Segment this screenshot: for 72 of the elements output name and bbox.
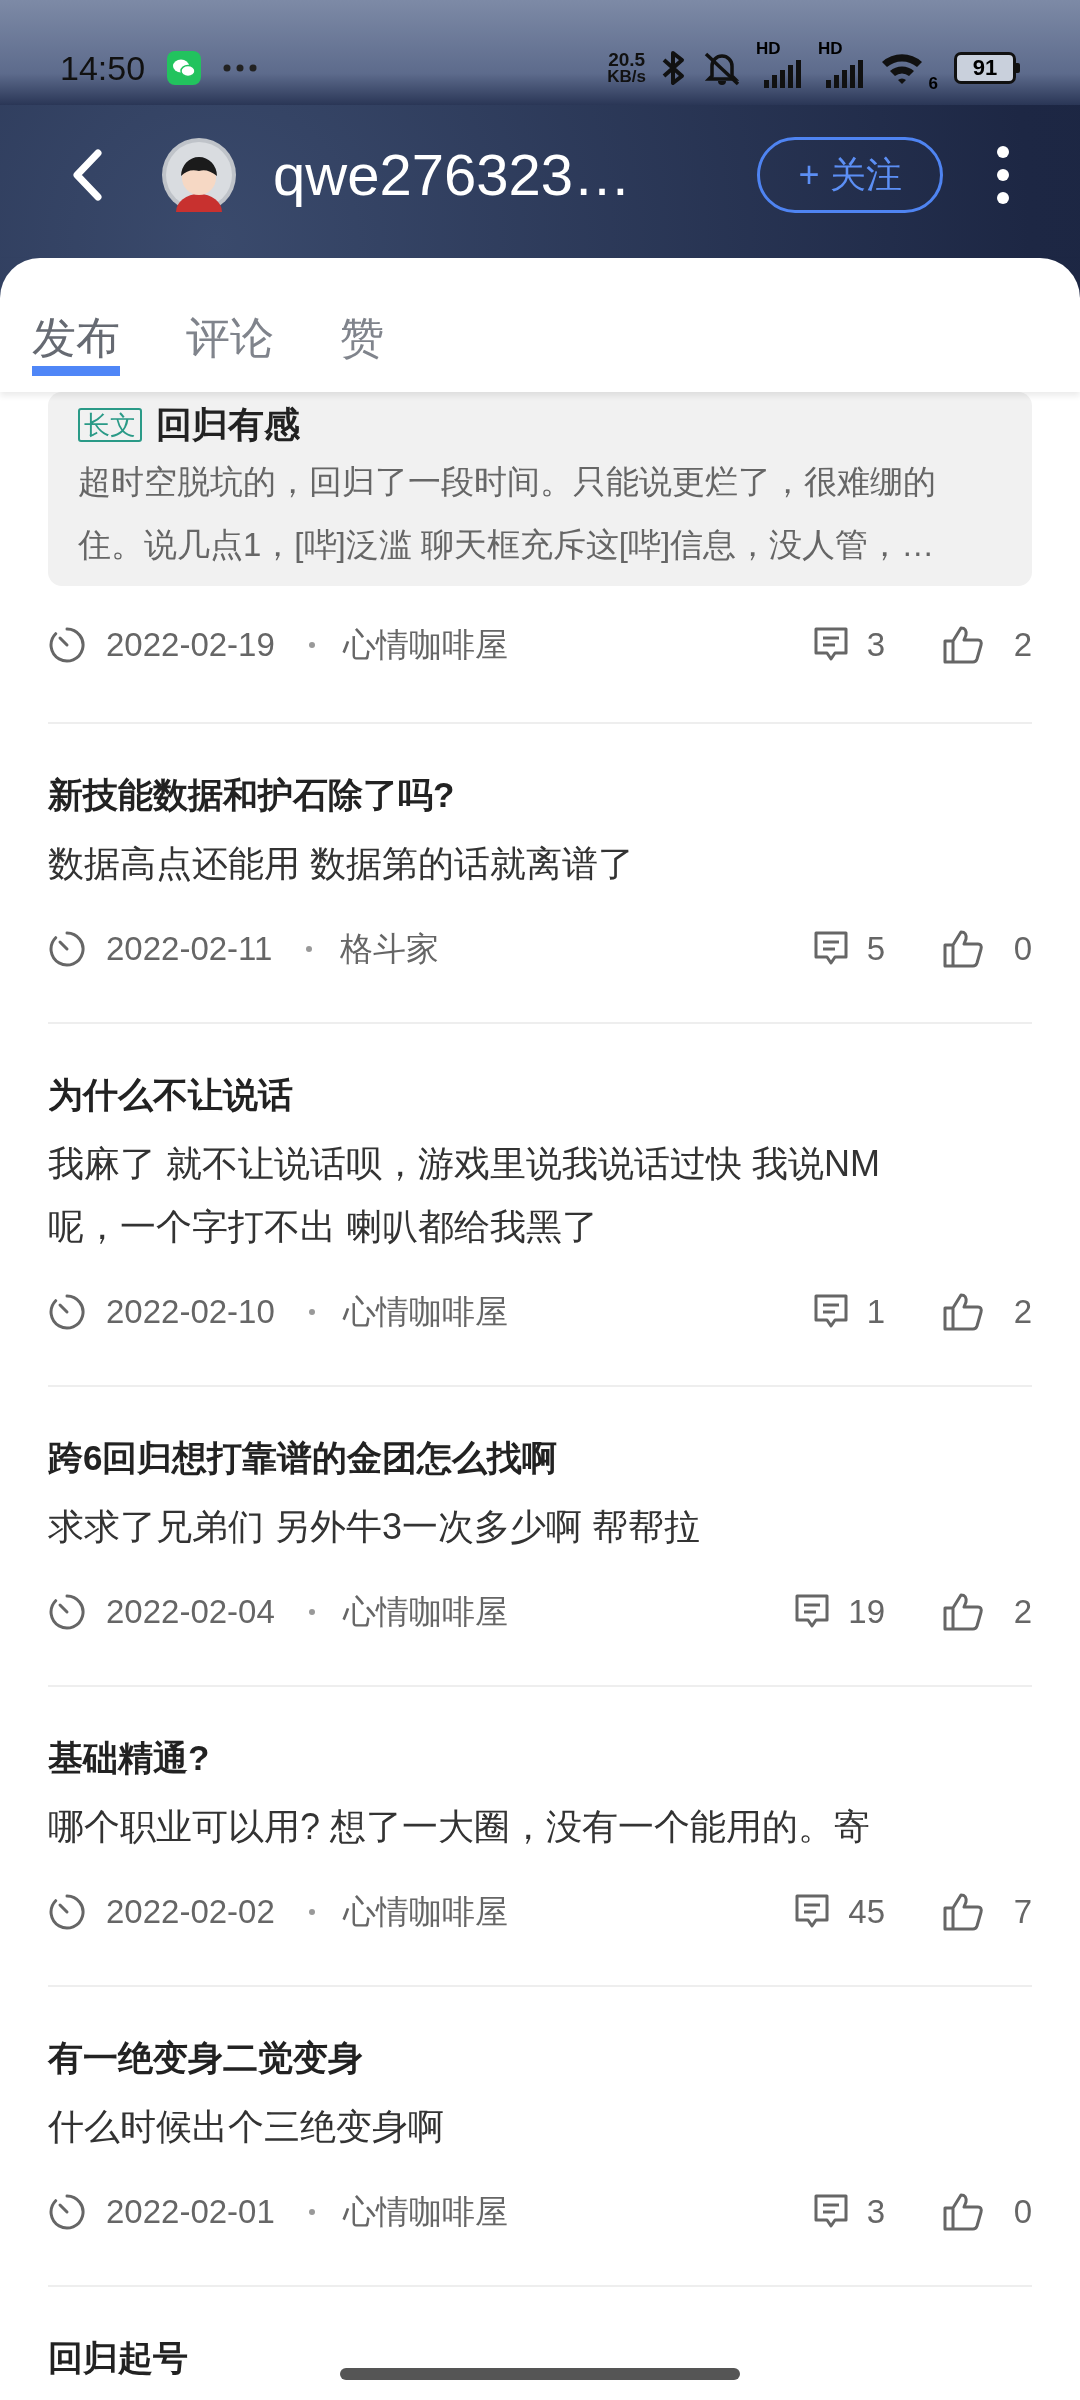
comment-count[interactable]: 1	[812, 1287, 885, 1337]
post-date: 2022-02-04	[106, 1592, 275, 1633]
thumbs-up-icon	[941, 625, 984, 665]
network-speed-unit: KB/s	[607, 68, 646, 85]
post-category[interactable]: 心情咖啡屋	[342, 620, 508, 670]
battery-indicator: 91	[954, 52, 1016, 84]
post-excerpt: 住。说几点1，[哔]泛滥 聊天框充斥这[哔]信息，没人管，…	[78, 525, 936, 565]
post-body: 求求了兄弟们 另外牛3一次多少啊 帮帮拉	[48, 1505, 702, 1549]
thumbs-up-icon	[941, 1592, 984, 1632]
network-speed-value: 20.5	[608, 51, 646, 68]
post-body: 什么时候出个三绝变身啊	[48, 2105, 445, 2149]
clock-icon	[48, 1293, 86, 1331]
post-date: 2022-02-11	[106, 929, 273, 970]
post-body: 数据高点还能用 数据第的话就离谱了	[48, 842, 635, 886]
follow-button[interactable]: + 关注	[757, 137, 943, 213]
post-title[interactable]: 为什么不让说话	[48, 1060, 1032, 1130]
clock-icon	[48, 1893, 86, 1931]
thumbs-up-icon	[941, 1892, 984, 1932]
thumbs-up-icon	[941, 1292, 984, 1332]
thumbs-up-icon	[941, 929, 984, 969]
post-body: 我麻了 就不让说话呗，游戏里说我说话过快 我说NM	[48, 1142, 881, 1186]
post-body: 呢，一个字打不出 喇叭都给我黑了	[48, 1205, 599, 1249]
comment-count[interactable]: 45	[794, 1887, 885, 1937]
back-chevron-icon	[72, 149, 102, 201]
post-date: 2022-02-01	[106, 2192, 275, 2233]
comment-count[interactable]: 3	[812, 2187, 885, 2237]
post-title[interactable]: 基础精通?	[48, 1723, 1032, 1793]
tab[interactable]: 发布	[32, 258, 120, 392]
post-category[interactable]: 心情咖啡屋	[342, 1887, 508, 1937]
clock-time: 14:50	[60, 47, 146, 89]
like-count[interactable]: 0	[885, 924, 1032, 974]
thumbs-up-icon	[941, 2192, 984, 2232]
post-date: 2022-02-02	[106, 1892, 275, 1933]
post-category[interactable]: 格斗家	[340, 924, 440, 974]
post-card[interactable]: 长文 回归有感 超时空脱坑的，回归了一段时间。只能说更烂了，很难绷的 住。说几点1，[哔]泛滥 聊天框充斥这[哔]信息，没人管，…	[48, 392, 1032, 586]
post-category[interactable]: 心情咖啡屋	[342, 1287, 508, 1337]
post-excerpt: 超时空脱坑的，回归了一段时间。只能说更烂了，很难绷的	[78, 462, 937, 502]
like-count[interactable]: 7	[885, 1887, 1032, 1937]
clock-icon	[48, 2193, 86, 2231]
username: qwe276323…	[273, 141, 631, 209]
like-count[interactable]: 0	[885, 2187, 1032, 2237]
clock-icon	[48, 930, 86, 968]
clock-icon	[48, 1593, 86, 1631]
comment-count[interactable]: 5	[812, 924, 885, 974]
more-notifications-icon	[223, 64, 258, 72]
signal-icon	[826, 60, 866, 88]
comment-count[interactable]: 19	[794, 1587, 885, 1637]
post-title[interactable]: 回归起号	[48, 2323, 1032, 2393]
signal-label: HD	[818, 40, 843, 57]
post-date: 2022-02-19	[106, 625, 275, 666]
muted-bell-icon	[702, 50, 742, 86]
post-category[interactable]: 心情咖啡屋	[342, 2187, 508, 2237]
like-count[interactable]: 2	[885, 620, 1032, 670]
comment-count[interactable]: 3	[812, 620, 885, 670]
clock-icon	[48, 626, 86, 664]
tab[interactable]: 赞	[340, 258, 384, 392]
more-options-icon[interactable]	[996, 145, 1010, 205]
wifi-label: 6	[928, 75, 938, 92]
like-count[interactable]: 2	[885, 1587, 1032, 1637]
post-body: 哪个职业可以用? 想了一大圈，没有一个能用的。寄	[48, 1805, 872, 1849]
post-tag: 长文	[78, 408, 142, 442]
post-title[interactable]: 新技能数据和护石除了吗?	[48, 760, 1032, 830]
post-title: 回归有感	[156, 403, 300, 447]
post-category[interactable]: 心情咖啡屋	[342, 1587, 508, 1637]
tab[interactable]: 评论	[186, 258, 274, 392]
signal-icon	[764, 60, 804, 88]
post-date: 2022-02-10	[106, 1292, 275, 1333]
post-title[interactable]: 跨6回归想打靠谱的金团怎么找啊	[48, 1423, 1032, 1493]
like-count[interactable]: 2	[885, 1287, 1032, 1337]
signal-label: HD	[756, 40, 781, 57]
post-title[interactable]: 有一绝变身二觉变身	[48, 2023, 1032, 2093]
chat-app-icon	[167, 51, 202, 85]
